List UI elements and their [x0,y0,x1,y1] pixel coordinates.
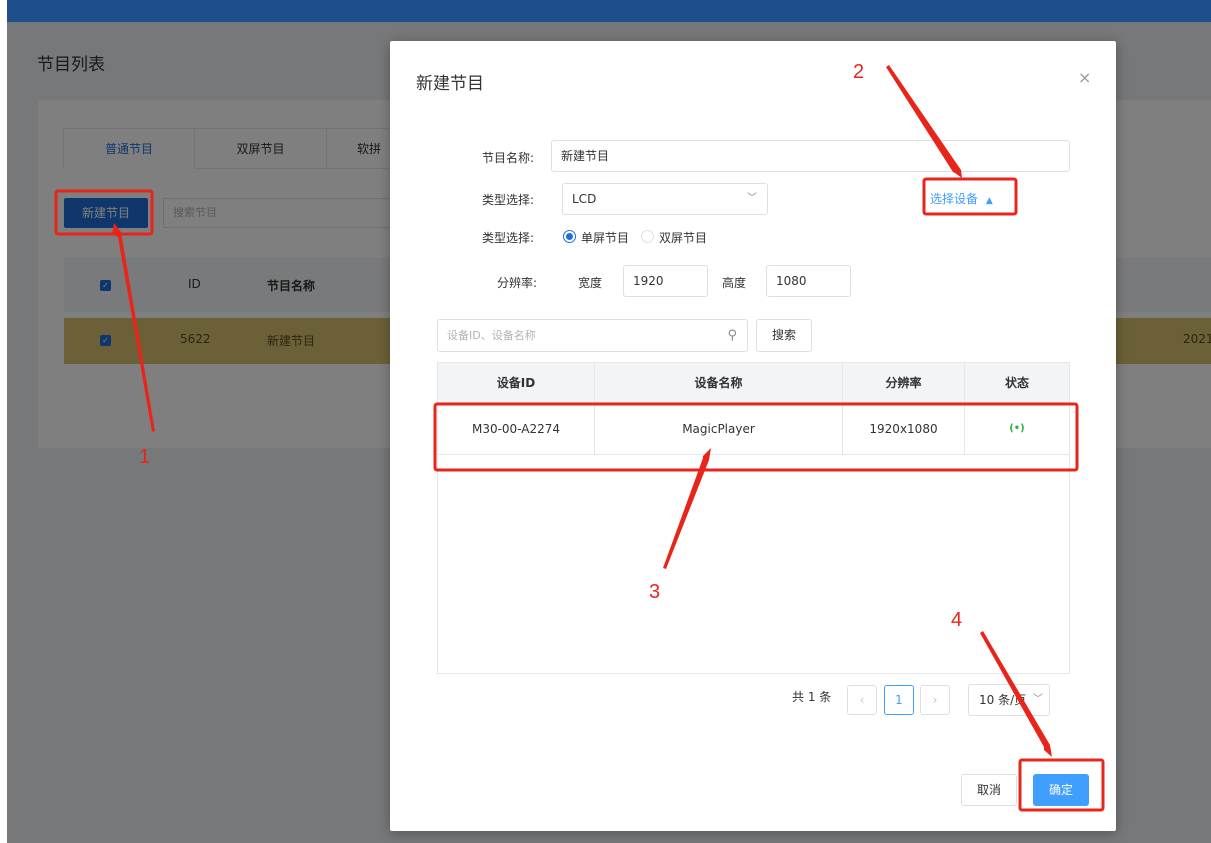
column-header-status: 状态 [1004,376,1029,390]
width-label: 宽度 [578,276,603,290]
dual-screen-label[interactable]: 双屏节目 [659,229,707,246]
column-header-device-id: 设备ID [438,363,595,402]
window-edge [0,0,7,843]
pagination-total: 共 1 条 [792,690,832,704]
select-device-label: 选择设备 [930,192,979,206]
page-size-select[interactable]: 10 条/页 ﹀ [968,684,1050,716]
select-device-toggle[interactable]: 选择设备 ▲ [930,190,993,207]
prev-page-button[interactable]: ‹ [847,685,877,715]
device-table: 设备ID 设备名称 分辨率 状态 M30-00-A2274 MagicPlaye… [437,362,1070,674]
column-header-resolution: 分辨率 [843,363,965,402]
resolution-cell: 1920x1080 [843,403,965,454]
next-page-button[interactable]: › [920,685,950,715]
chevron-down-icon: ﹀ [747,193,757,204]
single-screen-radio[interactable] [563,230,576,243]
type-select-label: 类型选择: [482,193,535,207]
page-size-value: 10 条/页 [979,693,1027,707]
program-name-input[interactable]: 新建节目 [551,140,1070,172]
search-icon[interactable]: ⚲ [727,320,737,351]
confirm-button[interactable]: 确定 [1033,774,1089,806]
caret-up-icon: ▲ [985,196,993,206]
dialog-title: 新建节目 [416,74,484,94]
chevron-down-icon: ﹀ [1033,694,1043,705]
device-table-header: 设备ID 设备名称 分辨率 状态 [438,363,1069,403]
device-name-cell: MagicPlayer [595,403,843,454]
close-icon[interactable]: × [1078,68,1091,88]
dual-screen-radio[interactable] [641,230,654,243]
status-cell: (•) [965,403,1069,454]
column-header-device-name: 设备名称 [595,363,843,402]
resolution-label: 分辨率: [497,276,538,290]
type-select-value: LCD [572,192,597,206]
online-signal-icon: (•) [1009,423,1025,434]
type-select[interactable]: LCD ﹀ [562,183,768,215]
single-screen-label[interactable]: 单屏节目 [581,229,629,246]
device-search-button[interactable]: 搜索 [756,319,812,352]
height-label: 高度 [722,276,747,290]
width-input[interactable]: 1920 [623,265,708,297]
top-navbar [7,0,1211,22]
device-id-cell: M30-00-A2274 [438,403,595,454]
height-input[interactable]: 1080 [766,265,851,297]
cancel-button[interactable]: 取消 [961,774,1017,806]
new-program-dialog: 新建节目 × 节目名称: 新建节目 类型选择: LCD ﹀ 选择设备 ▲ 类型选… [390,41,1116,831]
program-name-label: 节目名称: [482,151,535,165]
device-search-input[interactable]: 设备ID、设备名称 ⚲ [437,319,748,352]
table-row[interactable]: M30-00-A2274 MagicPlayer 1920x1080 (•) [438,403,1069,455]
screen-type-label: 类型选择: [482,231,535,245]
page-number-button[interactable]: 1 [884,685,914,715]
device-search-placeholder: 设备ID、设备名称 [447,329,536,342]
